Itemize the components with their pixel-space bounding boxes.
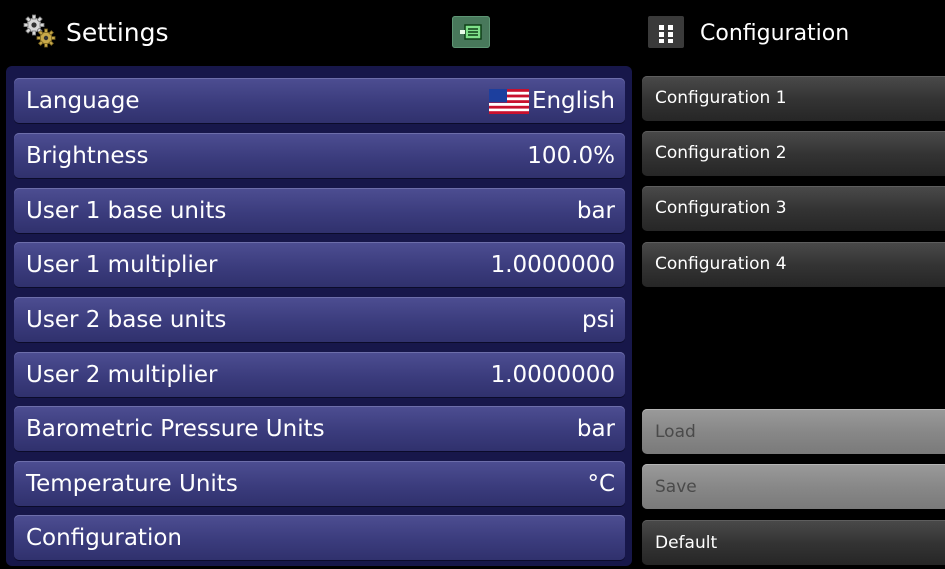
setting-label: User 2 base units — [26, 307, 227, 333]
configuration-item-label: Configuration 1 — [655, 88, 787, 108]
configuration-title: Configuration — [700, 21, 850, 46]
setting-label: Brightness — [26, 143, 149, 169]
settings-panel: Language English Brightness 100.0% User … — [6, 66, 632, 566]
save-button[interactable]: Save — [642, 464, 945, 509]
settings-header: Settings — [0, 0, 632, 64]
setting-label: Temperature Units — [26, 471, 238, 497]
save-button-label: Save — [655, 477, 697, 497]
gears-icon — [22, 14, 58, 50]
grid-menu-icon[interactable] — [648, 16, 684, 48]
io-module-button[interactable] — [452, 16, 490, 48]
setting-row-brightness[interactable]: Brightness 100.0% — [14, 133, 625, 178]
setting-value: 1.0000000 — [490, 362, 615, 388]
setting-value: 100.0% — [527, 143, 615, 169]
setting-label: Language — [26, 88, 140, 114]
setting-row-user1-multiplier[interactable]: User 1 multiplier 1.0000000 — [14, 242, 625, 287]
setting-value: 1.0000000 — [490, 252, 615, 278]
configuration-item-2[interactable]: Configuration 2 — [642, 131, 945, 176]
us-flag-icon — [488, 88, 529, 114]
setting-value: English — [488, 87, 615, 115]
configuration-item-1[interactable]: Configuration 1 — [642, 76, 945, 121]
setting-label: Barometric Pressure Units — [26, 416, 325, 442]
load-button-label: Load — [655, 422, 696, 442]
configuration-item-label: Configuration 2 — [655, 143, 787, 163]
setting-row-language[interactable]: Language English — [14, 78, 625, 123]
configuration-item-label: Configuration 3 — [655, 198, 787, 218]
setting-value: bar — [576, 416, 615, 442]
io-module-icon — [460, 24, 482, 40]
setting-row-configuration[interactable]: Configuration — [14, 515, 625, 560]
setting-label: User 2 multiplier — [26, 362, 218, 388]
default-button[interactable]: Default — [642, 520, 945, 565]
load-button[interactable]: Load — [642, 409, 945, 454]
setting-label: User 1 multiplier — [26, 252, 218, 278]
configuration-item-4[interactable]: Configuration 4 — [642, 242, 945, 287]
setting-row-user2-multiplier[interactable]: User 2 multiplier 1.0000000 — [14, 352, 625, 397]
configuration-item-3[interactable]: Configuration 3 — [642, 186, 945, 231]
setting-row-barometric-units[interactable]: Barometric Pressure Units bar — [14, 406, 625, 451]
default-button-label: Default — [655, 533, 718, 553]
setting-label: Configuration — [26, 525, 182, 551]
header-bar: Settings Configuration — [0, 0, 945, 64]
setting-row-user1-base-units[interactable]: User 1 base units bar — [14, 188, 625, 233]
setting-value-text: English — [531, 88, 615, 114]
setting-value: °C — [587, 471, 615, 497]
setting-row-user2-base-units[interactable]: User 2 base units psi — [14, 297, 625, 342]
setting-value: psi — [582, 307, 615, 333]
setting-label: User 1 base units — [26, 198, 227, 224]
setting-row-temperature-units[interactable]: Temperature Units °C — [14, 461, 625, 506]
page-title: Settings — [66, 18, 169, 47]
configuration-header: Configuration — [642, 0, 945, 64]
setting-value: bar — [576, 198, 615, 224]
configuration-item-label: Configuration 4 — [655, 254, 787, 274]
